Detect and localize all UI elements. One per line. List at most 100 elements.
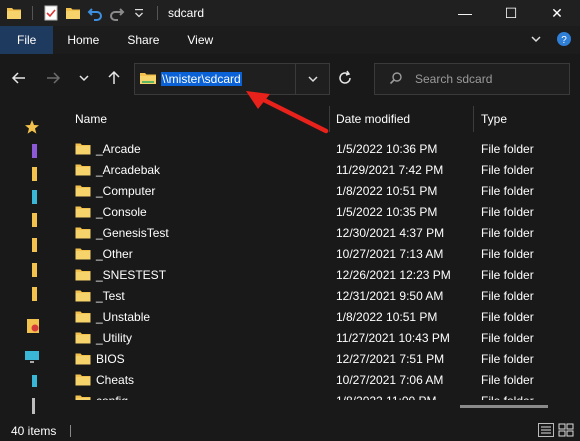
drive-icon[interactable] bbox=[32, 375, 38, 387]
table-row[interactable]: _GenesisTest 12/30/2021 4:37 PM File folde… bbox=[60, 222, 580, 243]
properties-icon[interactable] bbox=[43, 5, 59, 21]
file-name-cell[interactable]: _Other bbox=[75, 243, 133, 264]
date-modified-cell: 12/30/2021 4:37 PM bbox=[336, 225, 445, 240]
up-arrow-icon[interactable] bbox=[103, 67, 125, 89]
search-icon bbox=[389, 71, 403, 88]
folder-icon bbox=[75, 185, 91, 197]
help-icon[interactable]: ? bbox=[556, 31, 572, 50]
search-box[interactable]: Search sdcard bbox=[374, 63, 570, 95]
toolbar-separator bbox=[157, 6, 158, 20]
pinned-item-icon[interactable] bbox=[32, 144, 38, 158]
folder-icon bbox=[75, 164, 91, 176]
file-name: Cheats bbox=[96, 372, 135, 387]
close-button[interactable]: ✕ bbox=[534, 0, 580, 26]
address-path-text[interactable]: \\mister\sdcard bbox=[161, 72, 242, 86]
tab-home[interactable]: Home bbox=[53, 26, 113, 54]
folder-icon bbox=[75, 374, 91, 386]
type-cell: File folder bbox=[481, 267, 534, 282]
title-bar: sdcard — ☐ ✕ bbox=[0, 0, 580, 26]
window-title: sdcard bbox=[168, 6, 205, 20]
file-name-cell[interactable]: _Console bbox=[75, 201, 147, 222]
minimize-button[interactable]: — bbox=[442, 0, 488, 26]
file-name-cell[interactable]: _Arcade bbox=[75, 138, 141, 159]
library-icon[interactable] bbox=[26, 318, 40, 334]
undo-icon[interactable] bbox=[87, 5, 103, 21]
drive-folder-icon bbox=[139, 71, 157, 88]
this-pc-icon[interactable] bbox=[24, 349, 40, 365]
large-icons-view-icon[interactable] bbox=[558, 423, 574, 437]
type-cell: File folder bbox=[481, 351, 534, 366]
file-name-cell[interactable]: BIOS bbox=[75, 348, 125, 369]
recent-locations-chevron-icon[interactable] bbox=[73, 67, 95, 89]
table-row[interactable]: _Utility 11/27/2021 10:43 PM File folder bbox=[60, 327, 580, 348]
file-name-cell[interactable]: Cheats bbox=[75, 369, 134, 390]
file-name-cell[interactable]: _Utility bbox=[75, 327, 132, 348]
table-row[interactable]: _Unstable 1/8/2022 10:51 PM File folder bbox=[60, 306, 580, 327]
column-divider[interactable] bbox=[329, 106, 330, 132]
file-name-cell[interactable]: _Arcadebak bbox=[75, 159, 160, 180]
pinned-folder-icon[interactable] bbox=[32, 238, 38, 252]
view-toggle bbox=[538, 423, 574, 437]
tab-share[interactable]: Share bbox=[113, 26, 173, 54]
table-row[interactable]: BIOS 12/27/2021 7:51 PM File folder bbox=[60, 348, 580, 369]
redo-icon[interactable] bbox=[109, 5, 125, 21]
tab-file[interactable]: File bbox=[0, 26, 54, 54]
file-name-cell[interactable]: _Computer bbox=[75, 180, 155, 201]
date-modified-cell: 12/27/2021 7:51 PM bbox=[336, 351, 445, 366]
file-name-cell[interactable]: config bbox=[75, 390, 128, 400]
file-name: config bbox=[96, 394, 128, 401]
pinned-folder-icon[interactable] bbox=[32, 167, 38, 181]
status-bar: 40 items bbox=[0, 420, 580, 441]
table-row[interactable]: _Console 1/5/2022 10:35 PM File folder bbox=[60, 201, 580, 222]
column-header-name[interactable]: Name bbox=[75, 104, 107, 134]
folder-icon bbox=[75, 290, 91, 302]
date-modified-cell: 10/27/2021 7:13 AM bbox=[336, 246, 444, 261]
type-cell: File folder bbox=[481, 288, 534, 303]
forward-arrow-icon[interactable] bbox=[42, 67, 64, 89]
chevron-down-icon bbox=[307, 76, 318, 83]
date-modified-cell: 12/26/2021 12:23 PM bbox=[336, 267, 451, 282]
date-modified-cell: 12/31/2021 9:50 AM bbox=[336, 288, 444, 303]
table-row[interactable]: _Other 10/27/2021 7:13 AM File folder bbox=[60, 243, 580, 264]
new-folder-icon[interactable] bbox=[65, 5, 81, 21]
type-cell: File folder bbox=[481, 309, 534, 324]
item-count: 40 items bbox=[11, 423, 57, 438]
quick-access-star-icon[interactable] bbox=[24, 119, 40, 135]
date-modified-cell: 11/27/2021 10:43 PM bbox=[336, 330, 450, 345]
type-cell: File folder bbox=[481, 246, 534, 261]
expand-ribbon-icon[interactable] bbox=[530, 33, 542, 47]
column-header-date-modified[interactable]: Date modified bbox=[336, 104, 410, 134]
column-header-type[interactable]: Type bbox=[481, 104, 507, 134]
table-row[interactable]: _Arcade 1/5/2022 10:36 PM File folder bbox=[60, 138, 580, 159]
folder-icon bbox=[75, 353, 91, 365]
date-modified-cell: 1/8/2022 10:51 PM bbox=[336, 183, 438, 198]
table-row[interactable]: _SNESTEST 12/26/2021 12:23 PM File folder bbox=[60, 264, 580, 285]
maximize-button[interactable]: ☐ bbox=[488, 0, 534, 26]
horizontal-scrollbar[interactable] bbox=[460, 405, 548, 408]
drive-icon[interactable] bbox=[32, 398, 38, 414]
pinned-folder-icon[interactable] bbox=[32, 287, 38, 301]
file-name-cell[interactable]: _Test bbox=[75, 285, 125, 306]
table-row[interactable]: Cheats 10/27/2021 7:06 AM File folder bbox=[60, 369, 580, 390]
file-name-cell[interactable]: _Unstable bbox=[75, 306, 150, 327]
file-name-cell[interactable]: _GenesisTest bbox=[75, 222, 169, 243]
refresh-button[interactable] bbox=[333, 66, 357, 90]
details-view-icon[interactable] bbox=[538, 423, 554, 437]
pinned-item-icon[interactable] bbox=[32, 190, 38, 204]
date-modified-cell: 1/5/2022 10:36 PM bbox=[336, 141, 438, 156]
table-row[interactable]: _Arcadebak 11/29/2021 7:42 PM File folder bbox=[60, 159, 580, 180]
table-row[interactable]: _Computer 1/8/2022 10:51 PM File folder bbox=[60, 180, 580, 201]
file-name-cell[interactable]: _SNESTEST bbox=[75, 264, 166, 285]
tab-view[interactable]: View bbox=[173, 26, 227, 54]
column-divider[interactable] bbox=[473, 106, 474, 132]
file-name: _Computer bbox=[96, 183, 156, 198]
customize-toolbar-icon[interactable] bbox=[131, 5, 147, 21]
back-arrow-icon[interactable] bbox=[8, 67, 30, 89]
table-row[interactable]: config 1/8/2022 11:00 PM File folder bbox=[60, 390, 580, 400]
pinned-folder-icon[interactable] bbox=[32, 213, 38, 227]
window-controls: — ☐ ✕ bbox=[442, 0, 580, 26]
table-row[interactable]: _Test 12/31/2021 9:50 AM File folder bbox=[60, 285, 580, 306]
pinned-folder-icon[interactable] bbox=[32, 263, 38, 277]
type-cell: File folder bbox=[481, 183, 534, 198]
file-name: _SNESTEST bbox=[96, 267, 167, 282]
